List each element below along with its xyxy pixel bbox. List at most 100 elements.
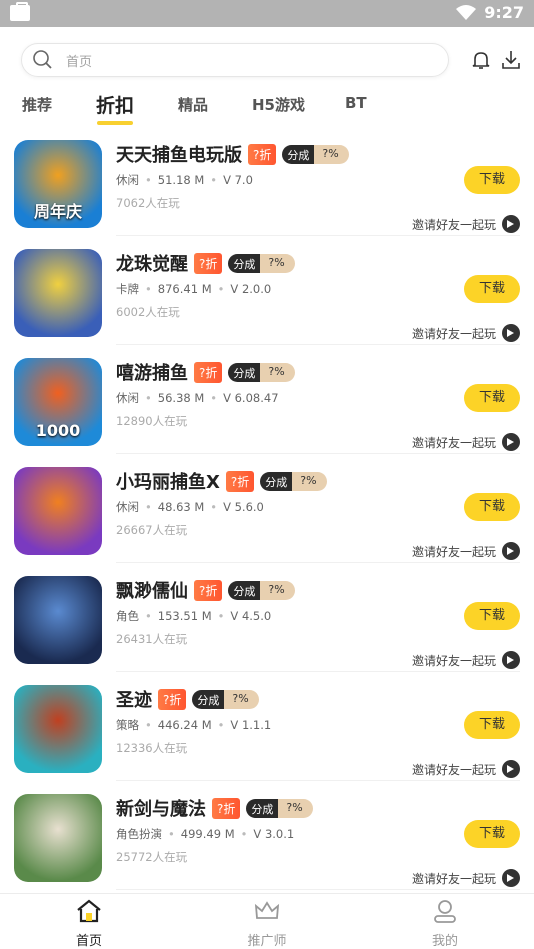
share-value: ?% bbox=[292, 471, 327, 491]
invite-friends-link[interactable]: 邀请好友一起玩 bbox=[412, 542, 520, 560]
game-name[interactable]: 新剑与魔法 bbox=[116, 795, 206, 821]
invite-friends-link[interactable]: 邀请好友一起玩 bbox=[412, 760, 520, 778]
game-genre: 休闲 bbox=[116, 173, 139, 187]
download-icon[interactable] bbox=[500, 49, 522, 71]
game-meta: 角色扮演 • 499.49 M • V 3.0.1 bbox=[116, 826, 294, 842]
game-version: V 6.08.47 bbox=[223, 391, 279, 405]
row-divider bbox=[116, 562, 520, 563]
players-count: 12890人在玩 bbox=[116, 414, 188, 428]
game-name[interactable]: 嘻游捕鱼 bbox=[116, 359, 188, 385]
share-label: 分成 bbox=[228, 253, 261, 273]
bottom-nav: 首页 推广师 我的 bbox=[0, 893, 534, 949]
meta-dot: • bbox=[145, 500, 152, 514]
discount-badge: ?折 bbox=[194, 252, 223, 274]
meta-dot: • bbox=[217, 718, 225, 732]
meta-dot: • bbox=[145, 391, 152, 405]
game-genre: 休闲 bbox=[116, 500, 139, 514]
tab-h5-games[interactable]: H5游戏 bbox=[252, 94, 305, 115]
game-name[interactable]: 小玛丽捕鱼X bbox=[116, 468, 220, 494]
game-icon[interactable]: 周年庆 bbox=[14, 140, 102, 228]
players-count: 25772人在玩 bbox=[116, 850, 188, 864]
invite-friends-link[interactable]: 邀请好友一起玩 bbox=[412, 869, 520, 887]
game-icon-label: 周年庆 bbox=[33, 202, 82, 221]
row-divider bbox=[116, 780, 520, 781]
game-icon[interactable] bbox=[14, 576, 102, 664]
crown-icon bbox=[254, 901, 280, 919]
game-meta: 策略 • 446.24 M • V 1.1.1 bbox=[116, 717, 271, 733]
game-icon[interactable] bbox=[14, 794, 102, 882]
game-size: 876.41 M bbox=[157, 282, 212, 296]
invite-label: 邀请好友一起玩 bbox=[411, 326, 496, 341]
game-list-item[interactable]: 1000 嘻游捕鱼 ?折 分成 ?% 休闲 • 56.38 M • V 6.08… bbox=[0, 346, 534, 455]
game-version: V 1.1.1 bbox=[230, 718, 272, 732]
share-arrow-icon bbox=[502, 324, 520, 342]
game-icon[interactable] bbox=[14, 467, 102, 555]
tab-featured[interactable]: 精品 bbox=[178, 94, 208, 115]
game-list-item[interactable]: 小玛丽捕鱼X ?折 分成 ?% 休闲 • 48.63 M • V 5.6.0 2… bbox=[0, 455, 534, 564]
game-name[interactable]: 圣迹 bbox=[116, 686, 152, 712]
game-meta: 休闲 • 48.63 M • V 5.6.0 bbox=[116, 499, 264, 515]
revenue-share-badge: 分成 ?% bbox=[260, 471, 327, 491]
meta-dot: • bbox=[145, 173, 152, 187]
share-value: ?% bbox=[314, 144, 349, 164]
nav-profile[interactable]: 我的 bbox=[405, 898, 485, 949]
tab-bt[interactable]: BT bbox=[345, 94, 367, 112]
search-input[interactable]: 首页 bbox=[21, 43, 449, 77]
game-list-item[interactable]: 龙珠觉醒 ?折 分成 ?% 卡牌 • 876.41 M • V 2.0.0 60… bbox=[0, 237, 534, 346]
revenue-share-badge: 分成 ?% bbox=[228, 580, 295, 600]
status-time: 9:27 bbox=[484, 3, 524, 22]
game-size: 499.49 M bbox=[180, 827, 235, 841]
game-name[interactable]: 飘渺儒仙 bbox=[116, 577, 188, 603]
game-genre: 休闲 bbox=[116, 391, 139, 405]
download-button[interactable]: 下载 bbox=[464, 711, 520, 739]
discount-badge: ?折 bbox=[248, 143, 277, 165]
briefcase-icon bbox=[10, 2, 30, 21]
download-button[interactable]: 下载 bbox=[464, 166, 520, 194]
game-list-item[interactable]: 周年庆 天天捕鱼电玩版 ?折 分成 ?% 休闲 • 51.18 M • V 7.… bbox=[0, 128, 534, 237]
invite-friends-link[interactable]: 邀请好友一起玩 bbox=[412, 324, 520, 342]
revenue-share-badge: 分成 ?% bbox=[282, 144, 349, 164]
share-arrow-icon bbox=[502, 760, 520, 778]
revenue-share-badge: 分成 ?% bbox=[192, 689, 259, 709]
game-genre: 角色 bbox=[116, 609, 139, 623]
revenue-share-badge: 分成 ?% bbox=[228, 253, 295, 273]
game-list-item[interactable]: 飘渺儒仙 ?折 分成 ?% 角色 • 153.51 M • V 4.5.0 26… bbox=[0, 564, 534, 673]
game-meta: 角色 • 153.51 M • V 4.5.0 bbox=[116, 608, 271, 624]
invite-friends-link[interactable]: 邀请好友一起玩 bbox=[412, 215, 520, 233]
download-button[interactable]: 下载 bbox=[464, 602, 520, 630]
game-list-item[interactable]: 新剑与魔法 ?折 分成 ?% 角色扮演 • 499.49 M • V 3.0.1… bbox=[0, 782, 534, 891]
share-value: ?% bbox=[278, 798, 313, 818]
status-bar: 9:27 bbox=[0, 0, 534, 27]
nav-home[interactable]: 首页 bbox=[49, 898, 129, 949]
tab-discount[interactable]: 折扣 bbox=[96, 91, 134, 118]
download-button[interactable]: 下载 bbox=[464, 275, 520, 303]
download-button[interactable]: 下载 bbox=[464, 384, 520, 412]
row-divider bbox=[116, 453, 520, 454]
nav-profile-label: 我的 bbox=[431, 934, 458, 949]
share-label: 分成 bbox=[228, 362, 261, 382]
download-button[interactable]: 下载 bbox=[464, 493, 520, 521]
active-tab-indicator bbox=[97, 121, 133, 125]
game-size: 51.18 M bbox=[157, 173, 205, 187]
game-icon-label: 1000 bbox=[35, 421, 81, 440]
share-label: 分成 bbox=[192, 689, 225, 709]
game-list-item[interactable]: 圣迹 ?折 分成 ?% 策略 • 446.24 M • V 1.1.1 1233… bbox=[0, 673, 534, 782]
discount-badge: ?折 bbox=[225, 470, 255, 492]
game-icon[interactable] bbox=[14, 685, 102, 773]
game-meta: 休闲 • 51.18 M • V 7.0 bbox=[116, 172, 253, 188]
nav-promoter[interactable]: 推广师 bbox=[227, 898, 307, 949]
meta-dot: • bbox=[168, 827, 175, 841]
game-name[interactable]: 龙珠觉醒 bbox=[116, 250, 188, 276]
invite-label: 邀请好友一起玩 bbox=[411, 435, 496, 450]
game-name[interactable]: 天天捕鱼电玩版 bbox=[116, 141, 242, 167]
bell-icon[interactable] bbox=[470, 49, 492, 71]
game-icon[interactable] bbox=[14, 249, 102, 337]
download-button[interactable]: 下载 bbox=[464, 820, 520, 848]
invite-friends-link[interactable]: 邀请好友一起玩 bbox=[412, 433, 520, 451]
category-tabs: 推荐 折扣 精品 H5游戏 BT bbox=[0, 90, 534, 130]
share-label: 分成 bbox=[246, 798, 279, 818]
tab-recommend[interactable]: 推荐 bbox=[22, 94, 52, 115]
invite-friends-link[interactable]: 邀请好友一起玩 bbox=[412, 651, 520, 669]
meta-dot: • bbox=[210, 500, 218, 514]
game-icon[interactable]: 1000 bbox=[14, 358, 102, 446]
